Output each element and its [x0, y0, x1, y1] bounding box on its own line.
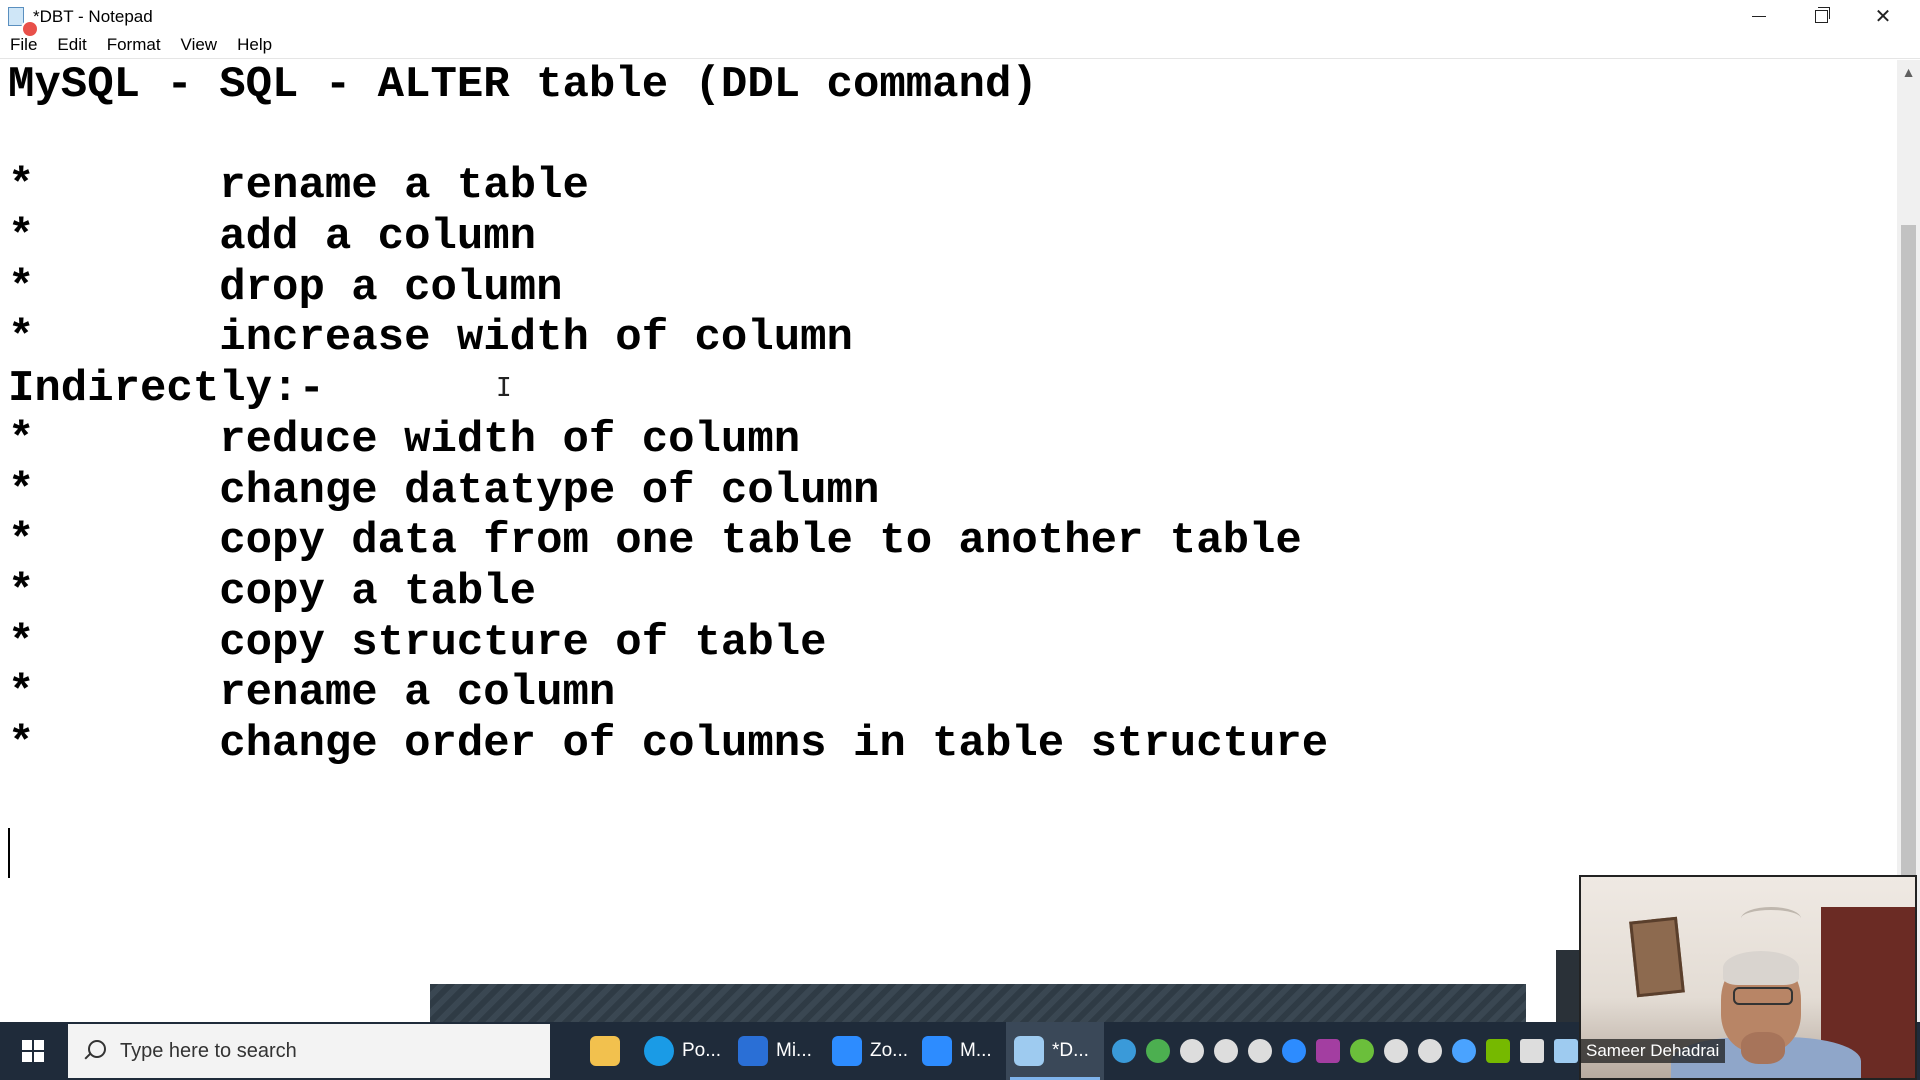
editor-line: * copy structure of table: [8, 617, 827, 668]
editor-line: * rename a table: [8, 161, 589, 212]
snowflake-icon[interactable]: [1452, 1039, 1476, 1063]
folder-icon: [590, 1036, 620, 1066]
menu-bar: File Edit Format View Help: [0, 32, 1920, 59]
editor-line: * drop a column: [8, 262, 563, 313]
minimize-button[interactable]: [1728, 0, 1790, 32]
editor-line: * reduce width of column: [8, 414, 801, 465]
ibeam-cursor-icon: I: [496, 373, 512, 403]
editor-line: * change datatype of column: [8, 465, 880, 516]
window-title: *DBT - Notepad: [33, 7, 153, 26]
zoom-icon: [832, 1036, 862, 1066]
taskbar-app-label: Zo...: [870, 1040, 909, 1061]
ceiling-fan: [1741, 907, 1801, 930]
help-icon[interactable]: [1112, 1039, 1136, 1063]
taskbar-app-label: M...: [960, 1040, 992, 1061]
overlay-edge: [1556, 950, 1580, 1022]
taskbar-app-edge[interactable]: Po...: [644, 1022, 730, 1080]
editor-line: * copy data from one table to another ta…: [8, 516, 1302, 567]
wifi-icon[interactable]: [1418, 1039, 1442, 1063]
taskbar-app-notepad[interactable]: *D...: [1006, 1022, 1104, 1080]
taskbar-search[interactable]: Type here to search: [68, 1024, 550, 1078]
menu-format[interactable]: Format: [97, 35, 171, 55]
glasses: [1733, 987, 1793, 1005]
person-hair: [1723, 951, 1799, 985]
steam-icon[interactable]: [1248, 1039, 1272, 1063]
editor-line: * change order of columns in table struc…: [8, 718, 1329, 769]
editor-line: * increase width of column: [8, 313, 853, 364]
taskbar-app-label: Po...: [682, 1040, 722, 1061]
zoom-tray-icon[interactable]: [1282, 1039, 1306, 1063]
checkmark-icon[interactable]: [1146, 1039, 1170, 1063]
menu-edit[interactable]: Edit: [47, 35, 96, 55]
edge-browser-icon: [644, 1036, 674, 1066]
taskbar-app-file-explorer[interactable]: [590, 1022, 634, 1080]
editor-line: MySQL - SQL - ALTER table (DDL command): [8, 60, 1038, 110]
system-tray: [1112, 1022, 1578, 1080]
editor-line: * add a column: [8, 212, 537, 263]
taskbar-app-label: *D...: [1052, 1040, 1089, 1061]
editor-line: * rename a column: [8, 668, 616, 719]
windows-logo-icon: [22, 1040, 44, 1062]
shield-icon[interactable]: [1384, 1039, 1408, 1063]
restore-icon: [1814, 6, 1830, 23]
search-icon: [84, 1040, 106, 1062]
participant-name-label: Sameer Dehadrai: [1580, 1039, 1726, 1063]
editor-content: MySQL - SQL - ALTER table (DDL command) *…: [0, 60, 1897, 770]
onenote-icon[interactable]: [1316, 1039, 1340, 1063]
zoom-meeting-icon: [922, 1036, 952, 1066]
person-hand: [1741, 1032, 1785, 1064]
tablet-icon[interactable]: [1520, 1039, 1544, 1063]
search-placeholder: Type here to search: [120, 1039, 297, 1062]
taskbar-app-zoom[interactable]: Zo...: [832, 1022, 918, 1080]
wall-picture-frame: [1629, 916, 1685, 998]
scroll-up-arrow-icon[interactable]: ▲: [1897, 64, 1920, 82]
app-tray-icon[interactable]: [1350, 1039, 1374, 1063]
menu-view[interactable]: View: [171, 35, 228, 55]
restore-button[interactable]: [1790, 0, 1852, 32]
menu-help[interactable]: Help: [227, 35, 282, 55]
whiteboard-icon: [738, 1036, 768, 1066]
screen-share-strip: [430, 984, 1526, 1022]
notepad-icon: [1014, 1036, 1044, 1066]
menu-file[interactable]: File: [0, 35, 47, 55]
close-icon: ✕: [1874, 5, 1892, 28]
notepad-tray-icon[interactable]: [1554, 1039, 1578, 1063]
taskbar-app-label: Mi...: [776, 1040, 812, 1061]
minimize-icon: [1752, 15, 1766, 17]
text-caret: [8, 828, 10, 878]
editor-line: Indirectly:-: [8, 364, 325, 415]
title-bar: *DBT - Notepad ✕: [0, 0, 1920, 38]
taskbar-app-zoom-meeting[interactable]: M...: [922, 1022, 1008, 1080]
battery-icon[interactable]: [1214, 1039, 1238, 1063]
close-button[interactable]: ✕: [1852, 0, 1914, 32]
nvidia-icon[interactable]: [1486, 1039, 1510, 1063]
editor-line: * copy a table: [8, 566, 537, 617]
notepad-app-icon[interactable]: [6, 6, 39, 38]
start-button[interactable]: [0, 1022, 66, 1080]
microphone-icon[interactable]: [1180, 1039, 1204, 1063]
taskbar-app-whiteboard[interactable]: Mi...: [738, 1022, 824, 1080]
